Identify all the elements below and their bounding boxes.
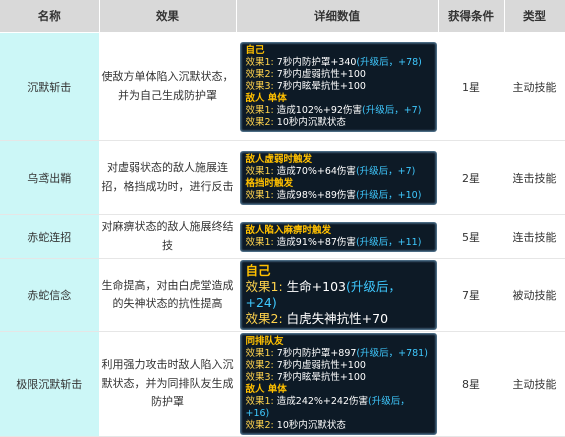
table-header-row: 名称 效果 详细数值 获得条件 类型 <box>0 0 565 33</box>
detail-effect-line: 效果1: 造成91%+87伤害(升级后，+11) <box>246 237 431 249</box>
detail-target-heading: 敌人 单体 <box>245 92 287 104</box>
detail-effect-line: 效果2: 白虎失神抗性+70 <box>246 311 431 327</box>
effect-value: 7秒内眩晕抗性+100 <box>273 80 366 92</box>
detail-effect-line: 效果2: 10秒内沉默状态 <box>246 420 431 432</box>
effect-label: 效果3: <box>245 80 274 92</box>
detail-effect-line: 效果3: 7秒内眩晕抗性+100 <box>246 372 431 384</box>
skill-effect: 使敌方单体陷入沉默状态，并为自己生成防护罩 <box>99 32 237 141</box>
detail-target-heading: 敌人 单体 <box>245 384 287 395</box>
detail-effect-line: 效果1: 造成70%+64伤害(升级后，+7) <box>246 166 431 178</box>
effect-label: 效果1: <box>245 396 274 407</box>
header-name: 名称 <box>0 0 100 33</box>
table-row: 沉默斩击 使敌方单体陷入沉默状态，并为自己生成防护罩 自己 效果1: 7秒内防护罩… <box>0 32 565 141</box>
effect-value: 造成242%+242伤害 <box>273 396 369 407</box>
detail-effect-line: 效果1: 造成98%+89伤害(升级后，+10) <box>246 190 431 202</box>
upgrade-bonus: (升级后，+10) <box>355 189 422 201</box>
header-detail: 详细数值 <box>236 0 439 33</box>
skill-name: 赤蛇信念 <box>0 258 100 332</box>
effect-value: 白虎失神抗性+70 <box>282 311 389 326</box>
effect-value: 10秒内沉默状态 <box>273 420 346 431</box>
effect-label: 效果1: <box>245 104 274 116</box>
skill-condition: 7星 <box>438 258 505 332</box>
header-condition: 获得条件 <box>438 0 505 33</box>
upgrade-bonus: (升级后，+781) <box>356 348 428 359</box>
detail-effect-line: 效果2: 10秒内沉默状态 <box>246 117 431 129</box>
detail-panel: 自己 效果1: 生命+103(升级后，+24) 效果2: 白虎失神抗性+70 <box>239 260 437 330</box>
detail-target-heading: 自己 <box>245 44 265 56</box>
skill-condition: 2星 <box>438 140 505 215</box>
effect-label: 效果2: <box>245 116 274 128</box>
detail-target-heading: 同排队友 <box>245 336 284 347</box>
skill-name: 极限沉默斩击 <box>0 331 100 437</box>
effect-label: 效果1: <box>245 165 274 177</box>
skills-table: 名称 效果 详细数值 获得条件 类型 沉默斩击 使敌方单体陷入沉默状态，并为自己… <box>0 0 565 437</box>
effect-value: 造成102%+92伤害 <box>273 104 362 116</box>
effect-label: 效果3: <box>245 372 274 383</box>
detail-target-heading: 敌人陷入麻痹时触发 <box>245 224 332 236</box>
effect-value: 7秒内防护罩+897 <box>273 348 357 359</box>
detail-target-heading: 格挡时触发 <box>245 177 294 189</box>
effect-label: 效果2: <box>245 68 274 80</box>
effect-label: 效果1: <box>245 236 274 248</box>
skill-effect: 利用强力攻击时敌人陷入沉默状态，并为同排队友生成防护罩 <box>99 331 237 437</box>
detail-effect-line: 效果2: 7秒内虚弱抗性+100 <box>246 69 431 81</box>
upgrade-bonus: (升级后，+7) <box>355 165 416 177</box>
detail-panel: 同排队友 效果1: 7秒内防护罩+897(升级后，+781) 效果2: 7秒内虚弱抗… <box>239 333 437 435</box>
table-row: 赤蛇连招 对麻痹状态的敌人施展终结技 敌人陷入麻痹时触发 效果1: 造成91%+8… <box>0 214 565 259</box>
effect-value: 造成98%+89伤害 <box>273 189 356 201</box>
skill-condition: 5星 <box>438 214 505 259</box>
skill-effect: 对虚弱状态的敌人施展连招，格挡成功时，进行反击 <box>99 140 237 215</box>
skill-type: 被动技能 <box>504 258 565 332</box>
table-row: 乌鸢出鞘 对虚弱状态的敌人施展连招，格挡成功时，进行反击 敌人虚弱时触发 效果1:… <box>0 140 565 215</box>
effect-label: 效果1: <box>245 348 274 359</box>
header-effect: 效果 <box>99 0 237 33</box>
detail-effect-line: 效果1: 造成102%+92伤害(升级后，+7) <box>246 105 431 117</box>
effect-value: 7秒内虚弱抗性+100 <box>273 360 366 371</box>
skill-effect: 对麻痹状态的敌人施展终结技 <box>99 214 237 259</box>
detail-target-heading: 自己 <box>245 263 271 278</box>
header-type: 类型 <box>504 0 565 33</box>
detail-effect-line: 效果1: 生命+103(升级后，+24) <box>246 279 431 311</box>
upgrade-bonus: (升级后，+7) <box>361 104 422 116</box>
effect-value: 7秒内虚弱抗性+100 <box>273 68 366 80</box>
effect-value: 造成70%+64伤害 <box>273 165 356 177</box>
skill-name: 沉默斩击 <box>0 32 100 141</box>
effect-value: 10秒内沉默状态 <box>273 116 346 128</box>
skill-type: 连击技能 <box>504 140 565 215</box>
skill-condition: 8星 <box>438 331 505 437</box>
effect-label: 效果2: <box>245 311 283 326</box>
detail-target-heading: 敌人虚弱时触发 <box>245 153 313 165</box>
effect-label: 效果2: <box>245 360 274 371</box>
detail-effect-line: 效果1: 7秒内防护罩+897(升级后，+781) <box>246 348 431 360</box>
skill-name: 赤蛇连招 <box>0 214 100 259</box>
detail-effect-line: 效果1: 造成242%+242伤害(升级后，+16) <box>246 396 431 420</box>
effect-value: 生命+103 <box>282 279 346 294</box>
effect-value: 7秒内防护罩+340 <box>273 56 357 68</box>
detail-effect-line: 效果1: 7秒内防护罩+340(升级后，+78) <box>246 57 431 69</box>
detail-effect-line: 效果3: 7秒内眩晕抗性+100 <box>246 81 431 93</box>
upgrade-bonus: (升级后，+11) <box>355 236 422 248</box>
effect-label: 效果2: <box>245 420 274 431</box>
skill-type: 连击技能 <box>504 214 565 259</box>
detail-effect-line: 效果2: 7秒内虚弱抗性+100 <box>246 360 431 372</box>
table-row: 赤蛇信念 生命提高，对由白虎堂造成的失神状态的抗性提高 自己 效果1: 生命+10… <box>0 258 565 332</box>
upgrade-bonus: (升级后，+78) <box>356 56 422 68</box>
skill-condition: 1星 <box>438 32 505 141</box>
detail-panel: 敌人虚弱时触发 效果1: 造成70%+64伤害(升级后，+7) 格挡时触发 效果1: … <box>239 150 437 205</box>
skill-type: 主动技能 <box>504 331 565 437</box>
effect-label: 效果1: <box>245 189 274 201</box>
effect-value: 造成91%+87伤害 <box>273 236 356 248</box>
skill-type: 主动技能 <box>504 32 565 141</box>
effect-label: 效果1: <box>245 56 274 68</box>
skill-effect: 生命提高，对由白虎堂造成的失神状态的抗性提高 <box>99 258 237 332</box>
detail-panel: 自己 效果1: 7秒内防护罩+340(升级后，+78) 效果2: 7秒内虚弱抗性+1… <box>239 41 437 132</box>
detail-panel: 敌人陷入麻痹时触发 效果1: 造成91%+87伤害(升级后，+11) <box>239 221 437 252</box>
effect-label: 效果1: <box>245 279 283 294</box>
table-row: 极限沉默斩击 利用强力攻击时敌人陷入沉默状态，并为同排队友生成防护罩 同排队友效… <box>0 331 565 437</box>
skill-name: 乌鸢出鞘 <box>0 140 100 215</box>
effect-value: 7秒内眩晕抗性+100 <box>273 372 366 383</box>
